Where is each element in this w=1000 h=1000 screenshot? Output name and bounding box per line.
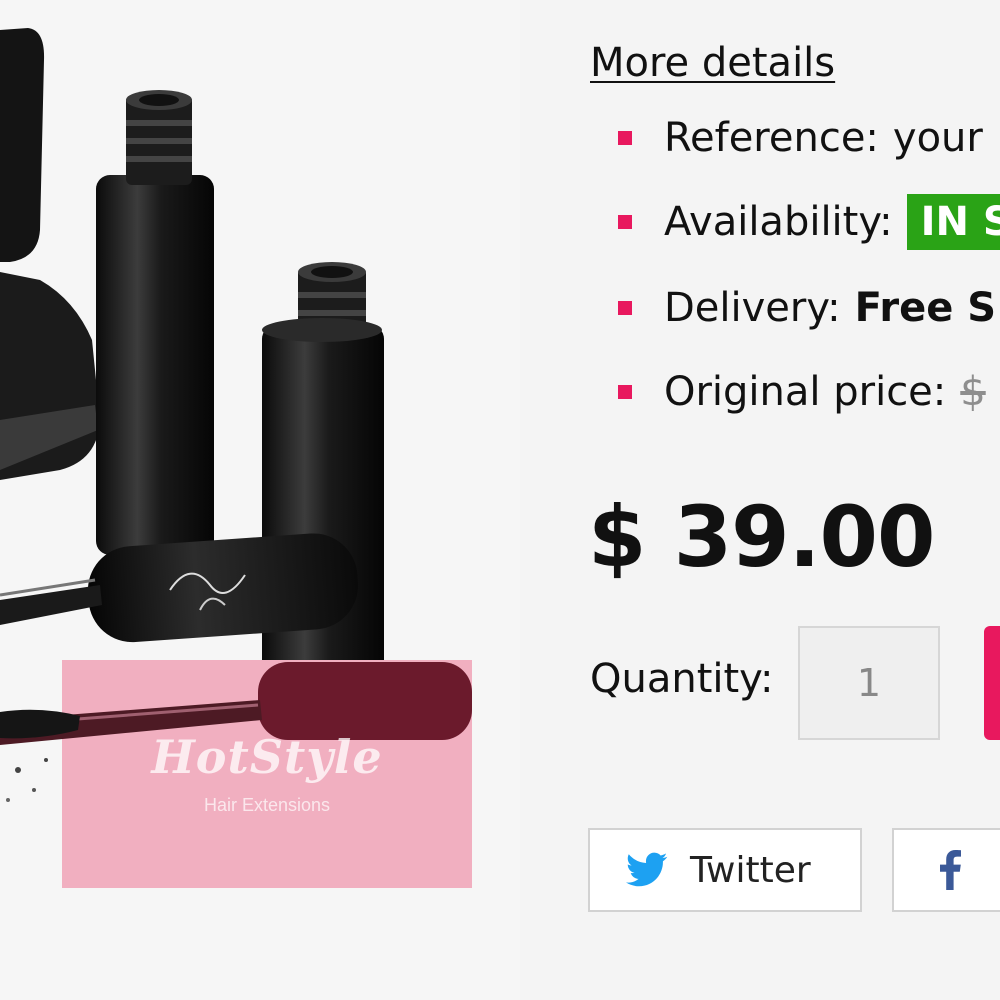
- product-image[interactable]: HotStyle Hair Extensions: [0, 0, 520, 1000]
- quantity-label: Quantity:: [590, 656, 774, 702]
- bullet-icon: [618, 131, 632, 145]
- original-price-value: $: [960, 369, 986, 415]
- detail-value: your: [892, 115, 983, 161]
- add-to-cart-button[interactable]: [984, 626, 1000, 740]
- detail-key: Availability:: [664, 199, 893, 245]
- quantity-input[interactable]: [798, 626, 940, 740]
- detail-original-price: Original price: $: [588, 362, 986, 422]
- detail-reference: Reference: your: [588, 108, 983, 168]
- product-info: More details Reference: your Availabilit…: [588, 0, 1000, 1000]
- watermark-subtitle: Hair Extensions: [203, 795, 331, 815]
- facebook-share-button[interactable]: [892, 828, 1000, 912]
- facebook-f-icon: [940, 850, 961, 890]
- detail-key: Delivery:: [664, 285, 841, 331]
- bullet-icon: [618, 301, 632, 315]
- detail-availability: Availability: IN S: [588, 192, 1000, 252]
- product-price: $ 39.00: [588, 488, 935, 586]
- in-stock-badge: IN S: [906, 194, 1000, 250]
- detail-delivery: Delivery: Free S: [588, 278, 996, 338]
- bullet-icon: [618, 215, 632, 229]
- watermark-brand: HotStyle: [151, 730, 383, 784]
- more-details-link[interactable]: More details: [590, 40, 835, 86]
- mascara-photo: [0, 28, 472, 888]
- twitter-label: Twitter: [690, 849, 811, 891]
- bullet-icon: [618, 385, 632, 399]
- detail-key: Original price:: [664, 369, 947, 415]
- twitter-bird-icon: [626, 852, 668, 887]
- detail-key: Reference:: [664, 115, 879, 161]
- twitter-share-button[interactable]: Twitter: [588, 828, 862, 912]
- detail-value: Free S: [854, 285, 997, 331]
